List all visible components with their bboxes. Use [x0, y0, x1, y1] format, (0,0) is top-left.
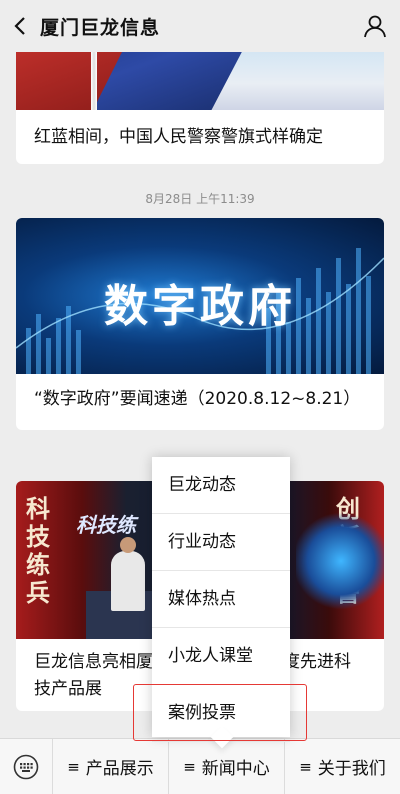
article-card[interactable]: 红蓝相间，中国人民警察警旗式样确定 [16, 44, 384, 164]
menu-lines-icon: ≡ [67, 757, 80, 776]
article-card[interactable]: 数字政府 “数字政府”要闻速递（2020.8.12~8.21） [16, 218, 384, 430]
submenu-popup: 巨龙动态 行业动态 媒体热点 小龙人课堂 案例投票 [152, 457, 290, 749]
top-navigation-bar: 厦门巨龙信息 [0, 0, 400, 52]
keyboard-icon[interactable] [0, 739, 53, 794]
menu-lines-icon: ≡ [183, 757, 196, 776]
menu-item-julong-news[interactable]: 巨龙动态 [152, 457, 290, 514]
menu-item-classroom[interactable]: 小龙人课堂 [152, 628, 290, 685]
menu-button-products[interactable]: ≡ 产品展示 [53, 739, 169, 794]
menu-lines-icon: ≡ [299, 757, 312, 776]
article-title: “数字政府”要闻速递（2020.8.12~8.21） [34, 389, 361, 409]
article-title-left: 巨龙信息亮相厦 [34, 652, 153, 672]
article-title-right: 度先进科 [283, 652, 351, 672]
article-title: 红蓝相间，中国人民警察警旗式样确定 [34, 127, 323, 147]
menu-button-news-center[interactable]: ≡ 新闻中心 [169, 739, 285, 794]
article-image-flag [16, 44, 384, 110]
image-headline-text: 数字政府 [104, 281, 296, 332]
menu-item-industry-news[interactable]: 行业动态 [152, 514, 290, 571]
article-image-digital-government: 数字政府 [16, 218, 384, 374]
page-title: 厦门巨龙信息 [40, 16, 161, 39]
menu-button-about-us[interactable]: ≡ 关于我们 [285, 739, 400, 794]
user-icon[interactable] [362, 13, 388, 39]
bottom-menu-bar: ≡ 产品展示 ≡ 新闻中心 ≡ 关于我们 [0, 738, 400, 794]
message-timestamp: 8月28日 上午11:39 [145, 192, 255, 206]
article-title-line2: 技产品展 [34, 679, 102, 699]
chevron-left-icon[interactable] [0, 0, 40, 52]
menu-item-media-hotspot[interactable]: 媒体热点 [152, 571, 290, 628]
image-left-slogan: 科技练兵 [26, 494, 50, 607]
